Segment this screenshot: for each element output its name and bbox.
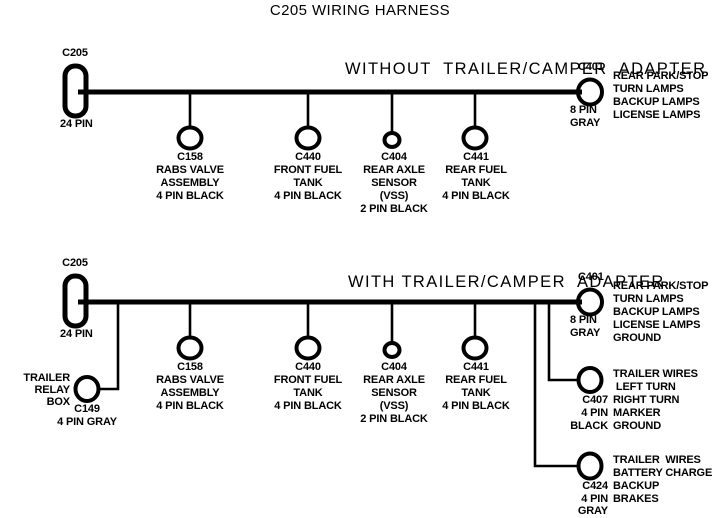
connector-c149-id: C149 bbox=[74, 403, 100, 415]
connector-c158-id-2: C158 bbox=[177, 361, 203, 373]
connector-c424-id: C424 bbox=[582, 480, 608, 492]
connector-c404-shape-2[interactable] bbox=[382, 341, 402, 359]
connector-c158-shape-1[interactable] bbox=[176, 125, 204, 151]
connector-c440-line3-2: 4 PIN BLACK bbox=[274, 400, 342, 412]
connector-c401-function-3-2: BACKUP LAMPS bbox=[613, 306, 700, 318]
connector-c404-id-1: C404 bbox=[381, 151, 407, 163]
connector-c407-pins: 4 PIN bbox=[581, 407, 608, 419]
connector-c440-shape-2[interactable] bbox=[294, 335, 322, 361]
connector-c407-function-1: TRAILER WIRES bbox=[613, 368, 698, 380]
page-title: C205 WIRING HARNESS bbox=[269, 2, 451, 19]
connector-c424-function-2: BATTERY CHARGE bbox=[613, 467, 713, 479]
connector-c440-line2-2: TANK bbox=[293, 387, 323, 399]
connector-c424-function-3: BACKUP bbox=[613, 480, 660, 492]
connector-c407-shape[interactable] bbox=[576, 366, 604, 394]
connector-c205-id-1: C205 bbox=[62, 47, 88, 59]
trailer-relay-box-line3: BOX bbox=[46, 396, 71, 408]
trailer-relay-box-line1: TRAILER bbox=[23, 372, 70, 384]
connector-c404-line2-1: SENSOR bbox=[371, 177, 417, 189]
connector-c401-pins-1: 8 PIN bbox=[570, 104, 597, 116]
connector-c158-shape-2[interactable] bbox=[176, 335, 204, 361]
connector-c401-function-2-2: TURN LAMPS bbox=[613, 293, 684, 305]
connector-c407-function-4: MARKER bbox=[613, 407, 661, 419]
connector-c401-id-1: C401 bbox=[578, 61, 604, 73]
connector-c158-line2-2: ASSEMBLY bbox=[160, 387, 220, 399]
connector-c404-line2-2: SENSOR bbox=[371, 387, 417, 399]
connector-c401-color-1: GRAY bbox=[570, 117, 601, 129]
connector-c407-id: C407 bbox=[582, 394, 608, 406]
connector-c407-function-3: RIGHT TURN bbox=[613, 394, 680, 406]
connector-c404-line4-2: 2 PIN BLACK bbox=[360, 413, 428, 425]
connector-c441-shape-2[interactable] bbox=[461, 335, 489, 361]
connector-c158-line1-1: RABS VALVE bbox=[156, 164, 224, 176]
wiring-diagram: C205 WIRING HARNESS WITHOUT TRAILER/CAMP… bbox=[0, 0, 720, 517]
connector-c441-line1-2: REAR FUEL bbox=[445, 374, 507, 386]
connector-c205-pins-2: 24 PIN bbox=[60, 328, 93, 340]
connector-c401-id-2: C401 bbox=[578, 271, 604, 283]
connector-c440-shape-1[interactable] bbox=[294, 125, 322, 151]
trailer-relay-box-line2: RELAY bbox=[34, 384, 70, 396]
connector-c401-function-4-1: LICENSE LAMPS bbox=[613, 109, 701, 121]
connector-c401-color-2: GRAY bbox=[570, 327, 601, 339]
connector-c404-line1-1: REAR AXLE bbox=[363, 164, 425, 176]
connector-c149-pins: 4 PIN GRAY bbox=[57, 416, 117, 428]
connector-c424-shape[interactable] bbox=[576, 451, 604, 481]
connector-c401-function-1-1: REAR PARK/STOP bbox=[613, 70, 709, 82]
connector-c407-function-5: GROUND bbox=[613, 420, 661, 432]
connector-c441-line3-1: 4 PIN BLACK bbox=[442, 190, 510, 202]
connector-c404-id-2: C404 bbox=[381, 361, 407, 373]
connector-c407-function-2: LEFT TURN bbox=[613, 381, 676, 393]
connector-c401-function-1-2: REAR PARK/STOP bbox=[613, 280, 709, 292]
connector-c158-line1-2: RABS VALVE bbox=[156, 374, 224, 386]
connector-c401-function-4-2: LICENSE LAMPS bbox=[613, 319, 701, 331]
connector-c158-line3-1: 4 PIN BLACK bbox=[156, 190, 224, 202]
connector-c440-line3-1: 4 PIN BLACK bbox=[274, 190, 342, 202]
connector-c149-shape[interactable] bbox=[73, 375, 101, 403]
connector-c440-line2-1: TANK bbox=[293, 177, 323, 189]
stem-c149 bbox=[99, 302, 120, 391]
connector-c404-line3-1: (VSS) bbox=[379, 190, 409, 202]
connector-c404-line1-2: REAR AXLE bbox=[363, 374, 425, 386]
connector-c404-shape-1[interactable] bbox=[382, 131, 402, 149]
connector-c441-line2-1: TANK bbox=[461, 177, 491, 189]
connector-c440-id-2: C440 bbox=[295, 361, 321, 373]
connector-c158-id-1: C158 bbox=[177, 151, 203, 163]
connector-c158-line2-1: ASSEMBLY bbox=[160, 177, 220, 189]
connector-c404-line3-2: (VSS) bbox=[379, 400, 409, 412]
connector-c424-function-4: BRAKES bbox=[613, 493, 659, 505]
connector-c441-id-2: C441 bbox=[463, 361, 489, 373]
connector-c424-color: GRAY bbox=[577, 505, 608, 517]
connector-c205-pins-1: 24 PIN bbox=[60, 118, 93, 130]
connector-c424-pins: 4 PIN bbox=[581, 493, 608, 505]
connector-c401-function-5-2: GROUND bbox=[613, 332, 661, 344]
connector-c205-id-2: C205 bbox=[62, 257, 88, 269]
connector-c401-pins-2: 8 PIN bbox=[570, 314, 597, 326]
connector-c158-line3-2: 4 PIN BLACK bbox=[156, 400, 224, 412]
connector-c440-id-1: C440 bbox=[295, 151, 321, 163]
connector-c404-line4-1: 2 PIN BLACK bbox=[360, 203, 428, 215]
connector-c441-line1-1: REAR FUEL bbox=[445, 164, 507, 176]
connector-c407-color: BLACK bbox=[570, 420, 608, 432]
connector-c440-line1-1: FRONT FUEL bbox=[273, 164, 343, 176]
connector-c441-line2-2: TANK bbox=[461, 387, 491, 399]
connector-c440-line1-2: FRONT FUEL bbox=[273, 374, 343, 386]
connector-c401-function-3-1: BACKUP LAMPS bbox=[613, 96, 700, 108]
connector-c441-line3-2: 4 PIN BLACK bbox=[442, 400, 510, 412]
connector-c441-shape-1[interactable] bbox=[461, 125, 489, 151]
connector-c441-id-1: C441 bbox=[463, 151, 489, 163]
connector-c424-function-1: TRAILER WIRES bbox=[613, 454, 701, 466]
connector-c401-function-2-1: TURN LAMPS bbox=[613, 83, 684, 95]
